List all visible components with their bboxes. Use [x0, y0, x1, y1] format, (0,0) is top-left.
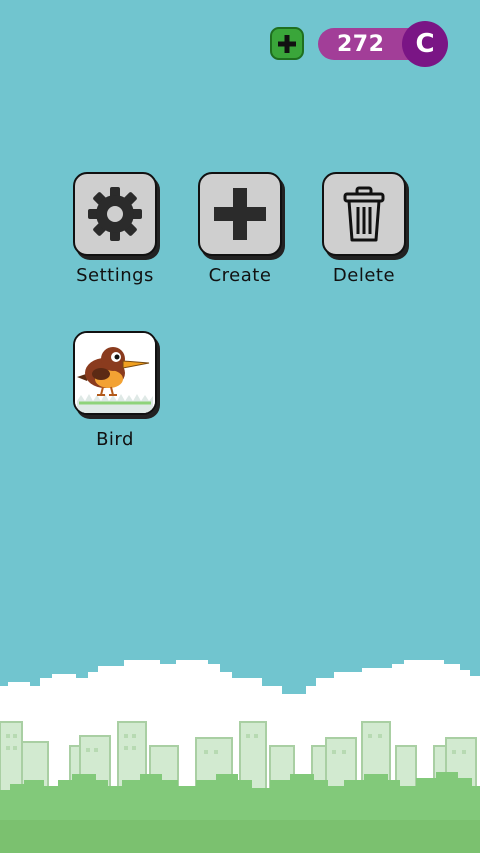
game-label-bird: Bird	[96, 429, 134, 450]
gear-icon	[88, 187, 142, 241]
trash-icon	[343, 186, 385, 242]
settings-button[interactable]	[73, 172, 157, 256]
settings-label: Settings	[76, 265, 154, 286]
coin-count: 272	[337, 31, 385, 57]
delete-button[interactable]	[322, 172, 406, 256]
cityscape-background	[0, 660, 480, 853]
coin-icon: C	[402, 21, 448, 67]
plus-icon	[278, 34, 296, 53]
create-label: Create	[208, 265, 272, 286]
delete-label: Delete	[332, 265, 396, 286]
plus-icon	[214, 188, 266, 240]
bird-thumbnail-icon	[75, 333, 155, 413]
game-tile-bird[interactable]	[73, 331, 157, 415]
add-coins-button[interactable]	[270, 27, 304, 60]
create-button[interactable]	[198, 172, 282, 256]
